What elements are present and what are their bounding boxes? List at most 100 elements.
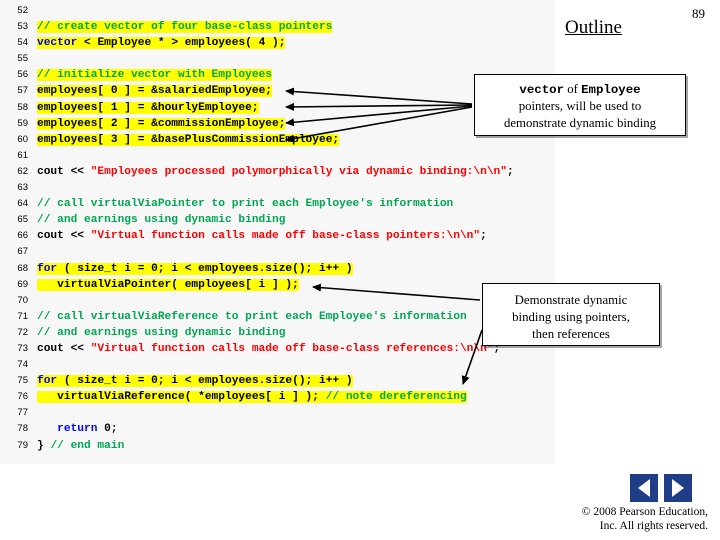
code-token: "Employees processed polymorphically via…: [90, 165, 507, 178]
code-token: return: [37, 423, 98, 436]
code-token: ;: [506, 165, 514, 178]
callout-vector-description: vector of Employee pointers, will be use…: [474, 74, 686, 136]
code-line: // create vector of four base-class poin…: [37, 19, 555, 35]
next-slide-button[interactable]: [664, 474, 692, 502]
code-token: // initialize vector with Employees: [37, 69, 272, 82]
code-token: // call virtualViaReference to print eac…: [37, 310, 467, 323]
copyright-line2: Inc. All rights reserved.: [599, 520, 708, 533]
code-token: employees[: [37, 101, 111, 114]
code-token: // note dereferencing: [325, 391, 467, 404]
code-token: ; i < employees.size(); i++ ): [157, 262, 353, 275]
code-token: ] = &hourlyEmployee;: [117, 101, 259, 114]
page-number: 89: [692, 6, 705, 21]
callout-demo-line3: then references: [532, 326, 610, 341]
code-token: ;: [480, 230, 487, 243]
line-number: 77: [17, 407, 28, 419]
callout-vector-of: of: [564, 82, 582, 96]
code-token: for: [37, 375, 58, 388]
line-number: 60: [17, 133, 28, 145]
line-number: 76: [17, 391, 28, 403]
code-line: // call virtualViaReference to print eac…: [37, 309, 555, 325]
line-number: 61: [17, 149, 28, 161]
code-token: employees[: [37, 85, 111, 98]
line-number: 63: [17, 182, 28, 194]
code-token: virtualViaPointer( employees[ i ] );: [37, 278, 299, 291]
copyright-line1: © 2008 Pearson Education,: [581, 506, 708, 518]
line-number: 75: [17, 375, 28, 387]
code-token: cout <<: [37, 342, 91, 355]
code-token: ] = &basePlusCommissionEmployee;: [117, 133, 340, 146]
callout-vector-keyword: vector: [519, 83, 565, 97]
code-token: 0: [110, 85, 118, 98]
line-number: 56: [17, 69, 28, 81]
line-number: 79: [17, 439, 28, 451]
line-number: 64: [17, 198, 28, 210]
code-token: 2: [110, 117, 118, 130]
line-number: 59: [17, 117, 28, 129]
callout-vector-type: Employee: [581, 83, 641, 97]
line-number: 71: [17, 310, 28, 322]
line-number: 53: [17, 21, 28, 33]
code-token: }: [37, 439, 51, 452]
code-token: for: [37, 262, 58, 275]
slide-navigation[interactable]: [630, 474, 694, 502]
code-line: for ( size_t i = 0; i < employees.size()…: [37, 373, 555, 389]
callout-demo-description: Demonstrate dynamic binding using pointe…: [482, 283, 660, 346]
code-line: virtualViaPointer( employees[ i ] );: [37, 277, 555, 293]
callout-demo-line1: Demonstrate dynamic: [514, 293, 628, 307]
code-token: "Virtual function calls made off base-cl…: [90, 230, 481, 243]
code-token: virtualViaReference( *employees[ i ] );: [37, 391, 326, 404]
callout-vector-line1: vector of Employee: [481, 81, 679, 98]
code-token: * > employees(: [151, 37, 259, 50]
code-token: 0: [151, 262, 158, 275]
line-number: 58: [17, 101, 28, 113]
line-number: 62: [17, 165, 28, 177]
line-number: 72: [17, 326, 28, 338]
line-number-gutter: 52 53 54 55 56 57 58 59 60 61 62 63 64 65 66 67 68 69 70 71…: [0, 3, 30, 454]
line-number: 55: [17, 53, 28, 65]
code-token: // end main: [50, 439, 125, 452]
line-number: 57: [17, 85, 28, 97]
code-line: } // end main: [37, 438, 555, 454]
code-token: ] = &commissionEmployee;: [117, 117, 286, 130]
line-number: 65: [17, 214, 28, 226]
callout-vector-line2: pointers, will be used to: [518, 99, 642, 114]
code-line: vector < Employee * > employees( 4 );: [37, 35, 555, 51]
code-token: cout <<: [37, 230, 91, 243]
page-title: Outline: [565, 17, 622, 38]
code-line: return 0;: [37, 421, 555, 437]
line-number: 52: [17, 5, 28, 16]
line-number: 73: [17, 342, 28, 354]
code-lines: // create vector of four base-class poin…: [37, 3, 555, 454]
code-line: // and earnings using dynamic binding: [37, 212, 555, 228]
code-token: ] = &salariedEmployee;: [117, 85, 272, 98]
code-line: cout << "Employees processed polymorphic…: [37, 164, 555, 180]
code-token: // and earnings using dynamic binding: [37, 326, 286, 339]
code-token: ; i < employees.size(); i++ ): [157, 375, 353, 388]
line-number: 78: [17, 423, 28, 435]
line-number: 68: [17, 262, 28, 274]
line-number: 69: [17, 278, 28, 290]
code-token: // call virtualViaPointer to print each …: [37, 198, 454, 211]
code-token: ( size_t i =: [57, 375, 152, 388]
line-number: 54: [17, 37, 28, 49]
code-token: Employee: [97, 37, 152, 50]
previous-slide-button[interactable]: [630, 474, 658, 502]
code-token: 3: [110, 133, 118, 146]
code-token: 0: [151, 375, 158, 388]
code-token: 0;: [97, 423, 118, 436]
code-line: cout << "Virtual function calls made off…: [37, 228, 555, 244]
code-line: // call virtualViaPointer to print each …: [37, 196, 555, 212]
callout-demo-line2: binding using pointers,: [512, 309, 630, 324]
code-token: cout <<: [37, 165, 91, 178]
line-number: 67: [17, 246, 28, 258]
code-token: employees[: [37, 133, 111, 146]
code-token: // create vector of four base-class poin…: [37, 21, 333, 34]
